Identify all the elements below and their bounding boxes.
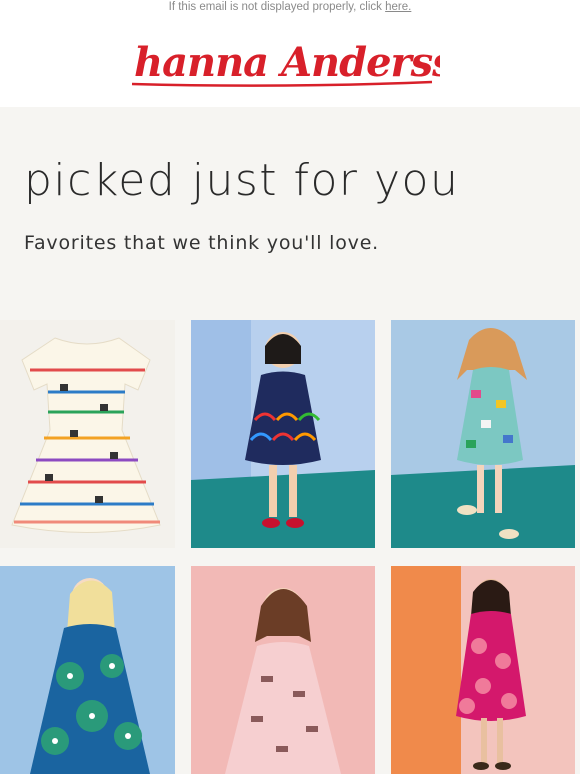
- blue-floral-dress-image: [0, 566, 175, 774]
- magenta-tulip-dress-image: [391, 566, 575, 774]
- rainbow-dress-image: [191, 320, 375, 548]
- product-tile-1[interactable]: [0, 320, 175, 548]
- preheader-text: If this email is not displayed properly,…: [168, 1, 386, 13]
- preheader: If this email is not displayed properly,…: [0, 0, 580, 16]
- product-tile-5[interactable]: [191, 566, 375, 774]
- page-subtitle: Favorites that we think you'll love.: [24, 232, 380, 254]
- product-tile-4[interactable]: [0, 566, 175, 774]
- hanna-andersson-logo[interactable]: hanna Andersson: [130, 34, 440, 92]
- page-title: picked just for you: [24, 155, 460, 206]
- striped-cat-dress-image: [0, 320, 175, 548]
- pink-unicorn-dress-image: [191, 566, 375, 774]
- logo-wordmark: hanna Andersson: [134, 39, 440, 86]
- product-tile-2[interactable]: [191, 320, 375, 548]
- teal-cat-dress-image: [391, 320, 575, 548]
- view-in-browser-link[interactable]: here.: [385, 1, 411, 13]
- product-tile-3[interactable]: [391, 320, 575, 548]
- product-tile-6[interactable]: [391, 566, 575, 774]
